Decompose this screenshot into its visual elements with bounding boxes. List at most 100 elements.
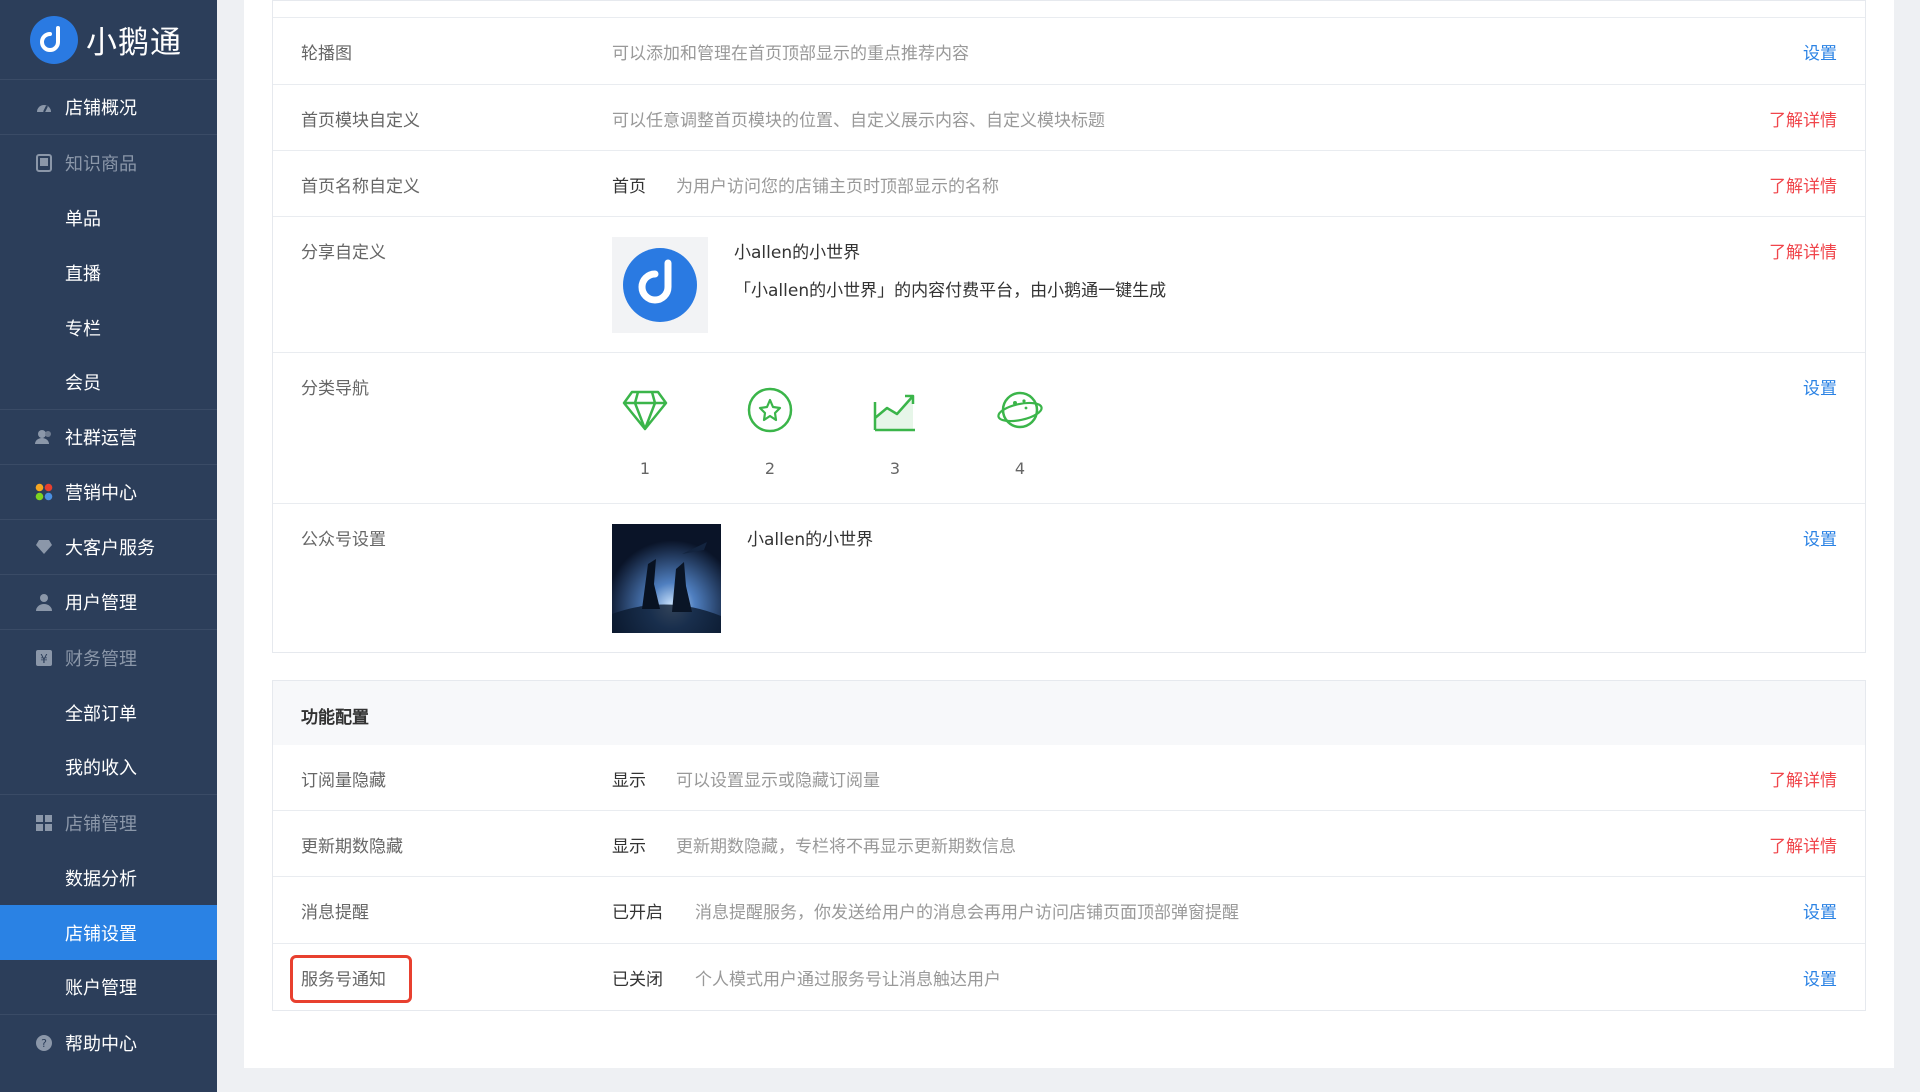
sidebar-item-orders[interactable]: 全部订单 <box>0 685 217 740</box>
row-label: 更新期数隐藏 <box>301 837 403 857</box>
sidebar-item-knowledge[interactable]: 知识商品 <box>0 135 217 190</box>
brand[interactable]: 小鹅通 <box>0 0 217 80</box>
sidebar-item-label: 知识商品 <box>65 153 137 175</box>
category-label: 2 <box>764 459 776 478</box>
help-icon: ? <box>35 1034 53 1052</box>
sidebar-item-label: 帮助中心 <box>65 1033 137 1055</box>
diamond-icon <box>620 385 670 435</box>
sidebar-item-label: 店铺概况 <box>65 98 137 119</box>
sidebar-item-label: 会员 <box>65 373 101 394</box>
sidebar-item-income[interactable]: 我的收入 <box>0 740 217 795</box>
brand-name: 小鹅通 <box>86 25 182 61</box>
sidebar-item-analytics[interactable]: 数据分析 <box>0 850 217 905</box>
sidebar-item-overview[interactable]: 店铺概况 <box>0 80 217 135</box>
settings-link[interactable]: 设置 <box>1803 525 1837 550</box>
category-item[interactable]: 3 <box>865 385 925 478</box>
row-value: 首页 <box>612 177 646 197</box>
category-label: 4 <box>1014 459 1026 478</box>
details-link[interactable]: 了解详情 <box>1769 832 1837 857</box>
sidebar-item-help[interactable]: ? 帮助中心 <box>0 1015 217 1070</box>
row-value: 显示 <box>612 837 646 857</box>
row-label: 公众号设置 <box>301 530 386 550</box>
feature-row: 消息提醒 已开启 消息提醒服务，你发送给用户的消息会再用户访问店铺页面顶部弹窗提… <box>273 877 1865 944</box>
sidebar-item-label: 大客户服务 <box>65 538 155 559</box>
dashboard-icon <box>35 98 53 116</box>
sidebar-item-shop-manage[interactable]: 店铺管理 <box>0 795 217 850</box>
share-title: 小allen的小世界 <box>734 243 861 263</box>
sidebar-item-label: 店铺设置 <box>65 923 137 945</box>
svg-text:¥: ¥ <box>40 652 48 666</box>
svg-text:?: ? <box>41 1037 47 1050</box>
sidebar-item-single[interactable]: 单品 <box>0 190 217 245</box>
sidebar-item-label: 营销中心 <box>65 483 137 504</box>
sidebar-item-live[interactable]: 直播 <box>0 245 217 300</box>
details-link[interactable]: 了解详情 <box>1769 238 1837 263</box>
row-value: 显示 <box>612 771 646 791</box>
category-item[interactable]: 1 <box>615 385 675 478</box>
official-account-avatar <box>612 524 721 633</box>
sidebar-item-label: 账户管理 <box>65 978 137 999</box>
feature-row: 更新期数隐藏 显示 更新期数隐藏，专栏将不再显示更新期数信息 了解详情 <box>273 811 1865 877</box>
share-thumbnail <box>612 237 708 333</box>
sidebar-item-marketing[interactable]: 营销中心 <box>0 465 217 520</box>
settings-link[interactable]: 设置 <box>1803 898 1837 923</box>
row-label: 分类导航 <box>301 379 369 399</box>
category-nav-row: 分类导航 1 2 3 4 设置 <box>273 353 1865 504</box>
sidebar-item-label: 社群运营 <box>65 428 137 449</box>
row-desc: 可以添加和管理在首页顶部显示的重点推荐内容 <box>612 44 969 64</box>
section-header: 功能配置 <box>273 681 1865 745</box>
category-label: 1 <box>639 459 651 478</box>
category-item[interactable]: 4 <box>990 385 1050 478</box>
row-desc: 为用户访问您的店铺主页时顶部显示的名称 <box>676 177 999 197</box>
sidebar-item-column[interactable]: 专栏 <box>0 300 217 355</box>
finance-icon: ¥ <box>35 649 53 667</box>
sidebar-item-finance[interactable]: ¥ 财务管理 <box>0 630 217 685</box>
highlight-box <box>290 955 412 1003</box>
feature-row: 服务号通知 已关闭 个人模式用户通过服务号让消息触达用户 设置 <box>273 944 1865 1010</box>
official-account-name: 小allen的小世界 <box>747 530 874 550</box>
row-desc: 个人模式用户通过服务号让消息触达用户 <box>695 970 1001 990</box>
row-label: 订阅量隐藏 <box>301 771 386 791</box>
details-link[interactable]: 了解详情 <box>1769 172 1837 197</box>
star-icon <box>745 385 795 435</box>
planet-icon <box>995 385 1045 435</box>
details-link[interactable]: 了解详情 <box>1769 106 1837 131</box>
row-desc: 更新期数隐藏，专栏将不再显示更新期数信息 <box>676 837 1016 857</box>
sidebar-item-label: 我的收入 <box>65 758 137 779</box>
category-item[interactable]: 2 <box>740 385 800 478</box>
settings-link[interactable]: 设置 <box>1803 374 1837 399</box>
sidebar: 小鹅通 店铺概况 知识商品 单品 直播 专栏 会员 社群运营 营销中心 大客户服… <box>0 0 217 1092</box>
section-title: 功能配置 <box>301 708 369 728</box>
feature-row: 订阅量隐藏 显示 可以设置显示或隐藏订阅量 了解详情 <box>273 745 1865 811</box>
row-value: 已开启 <box>612 903 663 923</box>
module-custom-row: 首页模块自定义 可以任意调整首页模块的位置、自定义展示内容、自定义模块标题 了解… <box>273 85 1865 151</box>
settings-link[interactable]: 设置 <box>1803 965 1837 990</box>
user-icon <box>35 593 53 611</box>
sidebar-item-account[interactable]: 账户管理 <box>0 960 217 1015</box>
diamond-icon <box>35 538 53 556</box>
share-desc: 「小allen的小世界」的内容付费平台，由小鹅通一键生成 <box>734 281 1167 301</box>
row-desc: 消息提醒服务，你发送给用户的消息会再用户访问店铺页面顶部弹窗提醒 <box>695 903 1239 923</box>
sidebar-item-vip-service[interactable]: 大客户服务 <box>0 520 217 575</box>
category-label: 3 <box>889 459 901 478</box>
settings-link[interactable]: 设置 <box>1803 39 1837 64</box>
sidebar-item-label: 财务管理 <box>65 648 137 670</box>
home-name-row: 首页名称自定义 首页 为用户访问您的店铺主页时顶部显示的名称 了解详情 <box>273 151 1865 217</box>
sidebar-item-label: 数据分析 <box>65 868 137 890</box>
feature-config-panel: 功能配置 订阅量隐藏 显示 可以设置显示或隐藏订阅量 了解详情 更新期数隐藏 显… <box>272 680 1866 1011</box>
sidebar-item-label: 专栏 <box>65 318 101 340</box>
homepage-settings-panel: 轮播图 可以添加和管理在首页顶部显示的重点推荐内容 设置 首页模块自定义 可以任… <box>272 0 1866 653</box>
details-link[interactable]: 了解详情 <box>1769 766 1837 791</box>
sidebar-item-users[interactable]: 用户管理 <box>0 575 217 630</box>
row-label: 消息提醒 <box>301 903 369 923</box>
row-desc: 可以任意调整首页模块的位置、自定义展示内容、自定义模块标题 <box>612 111 1105 131</box>
sidebar-item-member[interactable]: 会员 <box>0 355 217 410</box>
sidebar-item-label: 单品 <box>65 208 101 230</box>
chart-icon <box>870 385 920 435</box>
row-desc: 可以设置显示或隐藏订阅量 <box>676 771 880 791</box>
apps-icon <box>35 483 53 501</box>
sidebar-item-shop-settings[interactable]: 店铺设置 <box>0 905 217 960</box>
sidebar-item-community[interactable]: 社群运营 <box>0 410 217 465</box>
row-label: 分享自定义 <box>301 243 386 263</box>
sidebar-item-label: 用户管理 <box>65 593 137 614</box>
